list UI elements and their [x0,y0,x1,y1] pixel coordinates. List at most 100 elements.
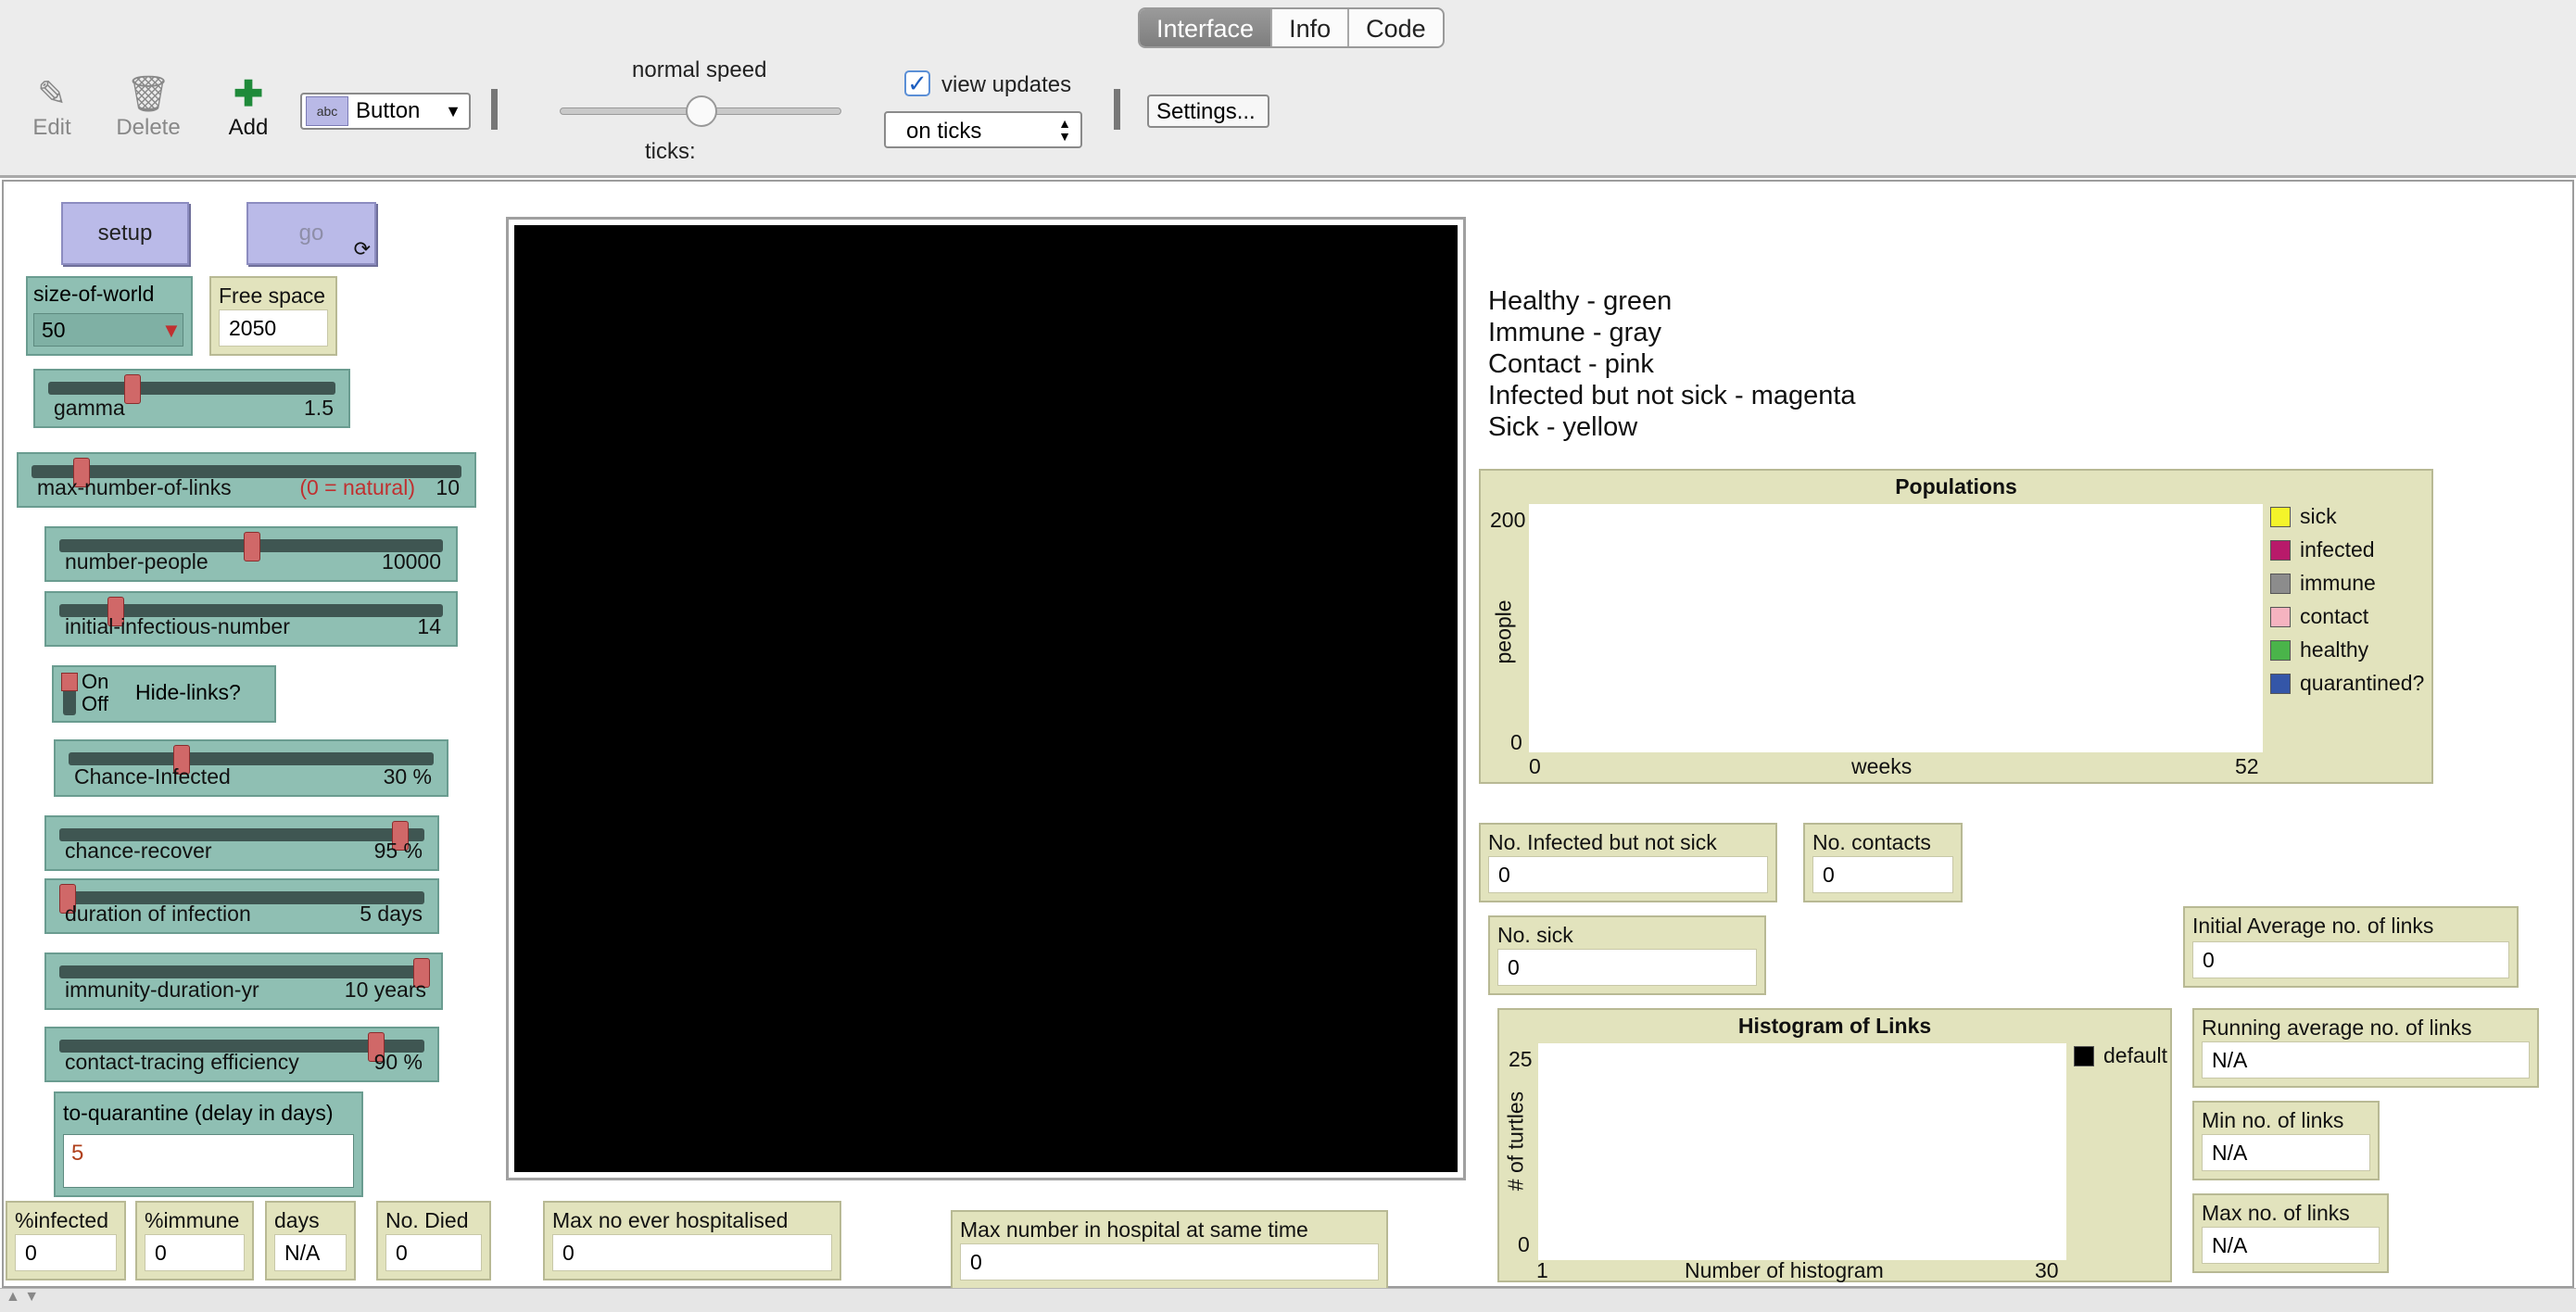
tab-interface[interactable]: Interface [1140,9,1273,46]
slider-label: contact-tracing efficiency [65,1050,299,1074]
note-line: Infected but not sick - magenta [1488,381,1856,410]
speed-label: normal speed [632,57,767,82]
tab-bar: Interface Info Code [1138,7,1445,48]
slider-value: 5 days [360,902,423,926]
hide-links-switch[interactable]: On Off Hide-links? [52,665,276,723]
slider-note: (0 = natural) [299,475,415,499]
legend-swatch [2270,639,2291,661]
slider-value: 10000 [382,549,441,574]
legend-swatch [2270,606,2291,627]
x-axis-label: Number of histogram [1685,1258,1884,1282]
scroll-arrows-icon[interactable]: ▲ ▼ [6,1289,39,1306]
legend-swatch [2270,673,2291,694]
legend-swatch [2270,573,2291,594]
pct-infected-monitor: %infected 0 [6,1201,126,1280]
plot-area [1529,504,2263,752]
plot-legend: sick infected immune contact healthy quaranti… [2270,504,2428,745]
tab-code[interactable]: Code [1349,9,1443,46]
input-label: to-quarantine (delay in days) [63,1101,334,1125]
free-space-value: 2050 [219,309,328,347]
x-axis-label: weeks [1851,754,1913,778]
legend-entry: quarantined? [2270,671,2424,696]
widget-type-select[interactable]: abc Button ▼ [300,93,471,130]
slider-label: initial-infectious-number [65,614,290,638]
color-notes: Healthy - green Immune - gray Contact - … [1488,285,1856,443]
note-line: Contact - pink [1488,349,1654,379]
plot-title: Histogram of Links [1737,1014,1932,1038]
delete-button[interactable]: 🗑 Delete [113,74,183,141]
number-people-slider[interactable]: number-people 10000 [44,526,458,582]
immunity-duration-yr-slider[interactable]: immunity-duration-yr 10 years [44,952,443,1010]
switch-label: Hide-links? [135,680,241,704]
slider-value: 14 [417,614,441,638]
gamma-slider[interactable]: gamma 1.5 [33,369,350,428]
y-axis-label: # of turtles [1503,1091,1528,1192]
divider [491,89,498,130]
setup-button[interactable]: setup [61,202,189,265]
x-min-label: 0 [1529,754,1541,778]
forever-icon: ⟳ [353,237,371,260]
to-quarantine-input-box: to-quarantine (delay in days) 5 [54,1091,363,1197]
plus-icon: ✚ [234,75,263,114]
max-number-of-links-slider[interactable]: max-number-of-links (0 = natural) 10 [17,452,476,508]
y-max-label: 25 [1509,1047,1533,1071]
go-button[interactable]: go ⟳ [246,202,376,265]
plot-area [1538,1043,2066,1260]
legend-swatch [2270,539,2291,561]
slider-label: chance-recover [65,839,212,863]
legend-entry: contact [2270,604,2368,629]
note-line: Sick - yellow [1488,412,1638,442]
add-button[interactable]: ✚ Add [222,74,274,141]
y-max-label: 200 [1490,508,1526,532]
size-of-world-chooser[interactable]: size-of-world 50 ▼ [26,276,193,356]
slider-label: immunity-duration-yr [65,978,259,1002]
sick-monitor: No. sick 0 [1488,915,1766,995]
chance-infected-slider[interactable]: Chance-Infected 30 % [54,739,448,797]
view-updates-checkbox[interactable]: ✓ [904,70,930,96]
legend-entry: immune [2270,571,2376,596]
initial-average-links-monitor: Initial Average no. of links 0 [2183,906,2519,988]
y-min-label: 0 [1510,730,1522,754]
legend-entry: healthy [2270,637,2368,662]
plot-legend: default [2074,1043,2167,1080]
slider-label: Chance-Infected [74,764,231,788]
speed-slider-knob[interactable] [686,95,717,127]
edit-button[interactable]: ✎ Edit [26,74,78,141]
duration-of-infection-slider[interactable]: duration of infection 5 days [44,878,439,934]
contact-tracing-efficiency-slider[interactable]: contact-tracing efficiency 90 % [44,1027,439,1082]
slider-track [59,965,428,978]
initial-infectious-number-slider[interactable]: initial-infectious-number 14 [44,591,458,647]
slider-value: 30 % [383,764,432,788]
y-axis-label: people [1491,599,1516,664]
horizontal-scrollbar[interactable]: ▲ ▼ [0,1288,2576,1312]
switch-knob[interactable] [61,673,78,691]
slider-value: 90 % [373,1050,423,1074]
slider-track [48,382,335,395]
tab-info[interactable]: Info [1272,9,1350,46]
triangle-down-icon: ▼ [161,319,182,342]
world-view[interactable] [514,225,1458,1172]
days-monitor: days N/A [265,1201,356,1280]
slider-value: 1.5 [304,396,334,420]
slider-knob[interactable] [244,532,260,561]
speed-slider[interactable] [560,95,841,127]
free-space-monitor: Free space 2050 [209,276,337,356]
trash-icon: 🗑 [125,75,171,114]
settings-button[interactable]: Settings... [1147,95,1269,128]
slider-label: number-people [65,549,208,574]
stepper-arrows-icon: ▲ ▼ [1058,116,1071,144]
slider-value: 10 [436,475,460,499]
legend-entry: infected [2270,537,2375,562]
toolbar: Interface Info Code ✎ Edit 🗑 Delete ✚ Ad… [0,0,2576,178]
slider-value: 10 years [344,978,426,1002]
chance-recover-slider[interactable]: chance-recover 95 % [44,815,439,871]
button-widget-icon: abc [306,96,348,126]
slider-value: 95 % [373,839,423,863]
note-line: Healthy - green [1488,286,1673,316]
pencil-icon: ✎ [37,75,67,114]
legend-entry: sick [2270,504,2337,529]
populations-plot: Populations 200 0 people 0 weeks 52 sick… [1479,469,2433,784]
to-quarantine-input[interactable]: 5 [63,1134,354,1188]
update-mode-select[interactable]: on ticks ▲ ▼ [884,111,1082,148]
slider-knob[interactable] [124,374,142,404]
